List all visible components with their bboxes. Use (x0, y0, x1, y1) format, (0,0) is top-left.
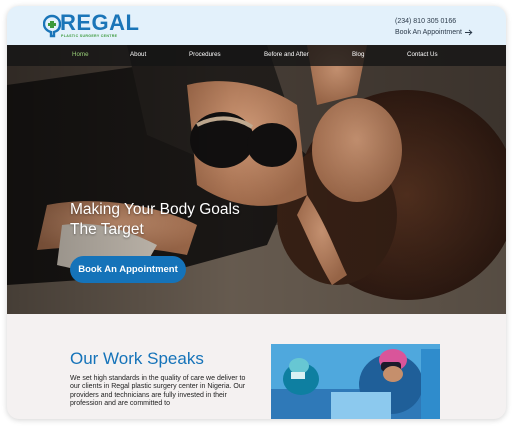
surgery-team-photo (271, 344, 440, 419)
logo-wordmark: REGAL (60, 10, 140, 35)
logo-tagline: PLASTIC SURGERY CENTRE (61, 34, 118, 38)
nav-item-about[interactable]: About (130, 51, 146, 58)
site-logo[interactable]: REGAL PLASTIC SURGERY CENTRE (43, 12, 139, 40)
nav-item-blog[interactable]: Blog (352, 51, 364, 58)
header-contact: (234) 810 305 0166 Book An Appointment (395, 16, 473, 38)
surgery-photo-image (271, 344, 440, 419)
nav-item-before-after[interactable]: Before and After (264, 51, 309, 58)
section-title: Our Work Speaks (70, 349, 204, 368)
hero-book-appointment-button[interactable]: Book An Appointment (70, 256, 186, 283)
site-header: REGAL PLASTIC SURGERY CENTRE (234) 810 3… (7, 6, 506, 45)
header-appointment-link[interactable]: Book An Appointment (395, 27, 473, 38)
arrow-right-icon (464, 29, 473, 36)
section-body: We set high standards in the quality of … (70, 375, 246, 408)
main-nav: Home About Procedures Before and After B… (7, 45, 506, 66)
hero-slider: Making Your Body Goals The Target Book A… (7, 45, 506, 314)
nav-item-procedures[interactable]: Procedures (189, 51, 221, 58)
header-appointment-label: Book An Appointment (395, 29, 462, 36)
nav-item-contact[interactable]: Contact Us (407, 51, 438, 58)
page-card: REGAL PLASTIC SURGERY CENTRE (234) 810 3… (7, 6, 506, 419)
logo-mark-icon (43, 14, 61, 38)
phone-number[interactable]: (234) 810 305 0166 (395, 16, 473, 27)
hero-headline: Making Your Body Goals The Target (70, 201, 240, 238)
nav-item-home[interactable]: Home (72, 51, 89, 58)
